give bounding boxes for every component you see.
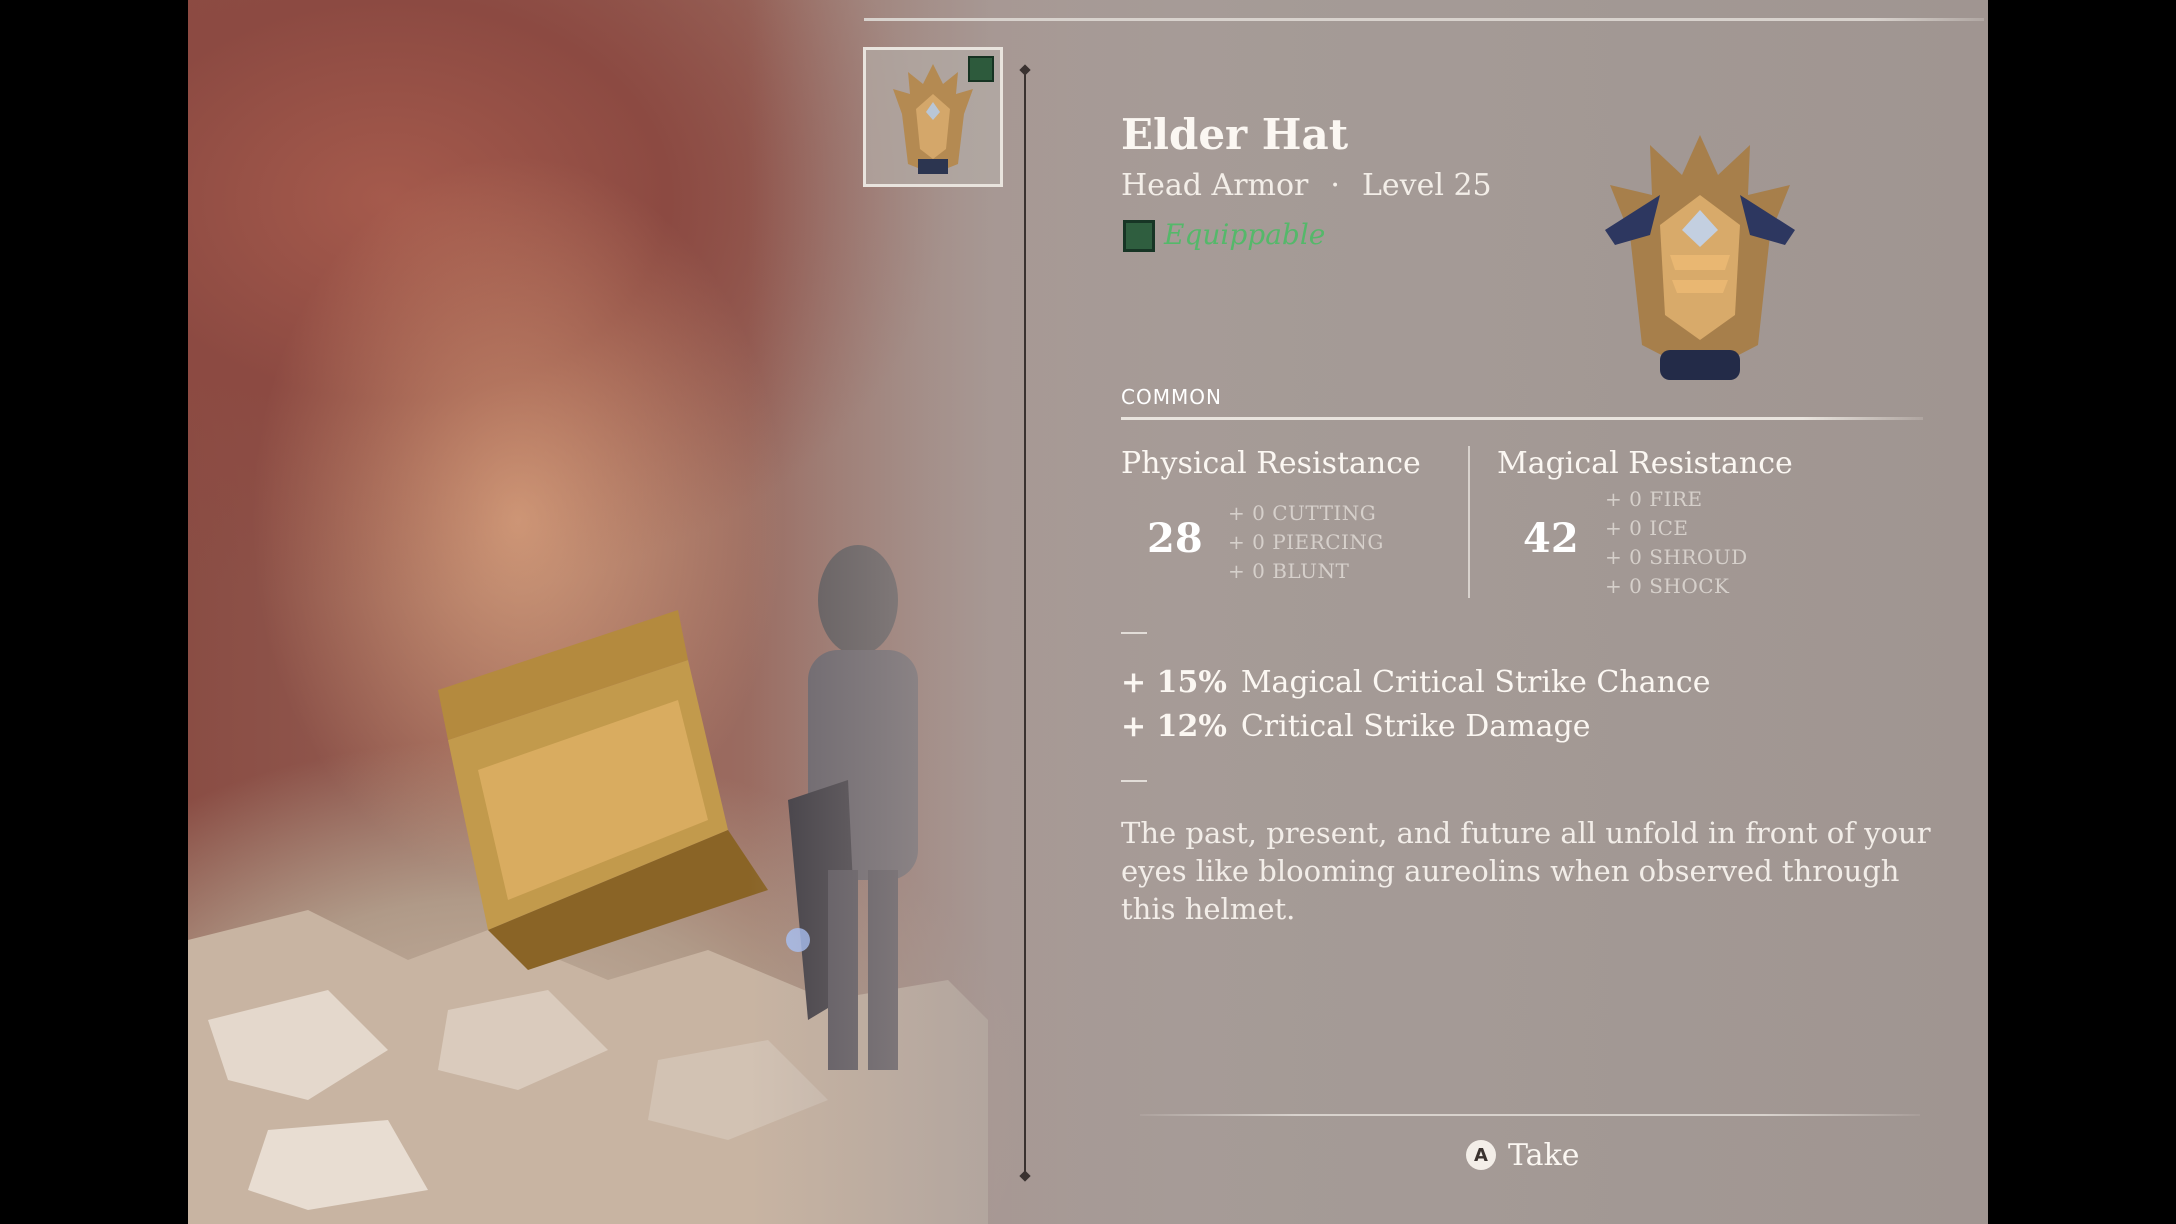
magical-resistance-value: 42 <box>1523 515 1579 562</box>
bonus-row: + 12% Critical Strike Damage <box>1121 709 1590 744</box>
item-description: The past, present, and future all unfold… <box>1121 816 1931 926</box>
bonus-row: + 15% Magical Critical Strike Chance <box>1121 665 1710 700</box>
physical-resistance-value: 28 <box>1147 515 1203 562</box>
magical-sub-ice: + 0 ICE <box>1605 516 1689 540</box>
bonus-dash-bottom <box>1121 780 1147 782</box>
take-label: Take <box>1508 1137 1580 1173</box>
item-subtitle: Head Armor · Level 25 <box>1121 168 1492 203</box>
bonus-label: Magical Critical Strike Chance <box>1240 665 1711 700</box>
subtitle-separator: · <box>1330 168 1340 203</box>
magical-sub-shock: + 0 SHOCK <box>1605 574 1730 598</box>
magical-sub-fire: + 0 FIRE <box>1605 487 1703 511</box>
bottom-divider <box>1140 1114 1920 1116</box>
letterbox-right <box>1988 0 2176 1224</box>
magical-resistance-label: Magical Resistance <box>1497 446 1793 481</box>
item-thumbnail[interactable] <box>863 47 1003 187</box>
physical-sub-blunt: + 0 BLUNT <box>1228 559 1350 583</box>
bonus-percent: + 15% <box>1121 665 1227 700</box>
bonus-dash-top <box>1121 632 1147 634</box>
resistance-column-divider <box>1468 446 1470 598</box>
letterbox-left <box>0 0 188 1224</box>
item-level: Level 25 <box>1361 168 1492 203</box>
equippable-status: Equippable <box>1164 218 1326 251</box>
magical-sub-shroud: + 0 SHROUD <box>1605 545 1748 569</box>
bonus-label: Critical Strike Damage <box>1240 709 1591 744</box>
helmet-preview-icon <box>1590 135 1810 389</box>
physical-sub-cutting: + 0 CUTTING <box>1228 501 1377 525</box>
physical-resistance-label: Physical Resistance <box>1121 446 1421 481</box>
physical-sub-piercing: + 0 PIERCING <box>1228 530 1384 554</box>
panel-vertical-divider <box>1024 70 1026 1180</box>
item-rarity: COMMON <box>1121 385 1222 409</box>
a-button-icon: A <box>1466 1140 1496 1170</box>
equippable-badge-icon <box>968 56 994 82</box>
take-button[interactable]: A Take <box>1466 1136 1580 1174</box>
top-divider <box>864 18 1984 21</box>
item-type: Head Armor <box>1121 168 1309 203</box>
item-name: Elder Hat <box>1121 110 1349 159</box>
equippable-icon <box>1123 220 1155 252</box>
rarity-divider <box>1121 417 1923 420</box>
bonus-percent: + 12% <box>1121 709 1227 744</box>
